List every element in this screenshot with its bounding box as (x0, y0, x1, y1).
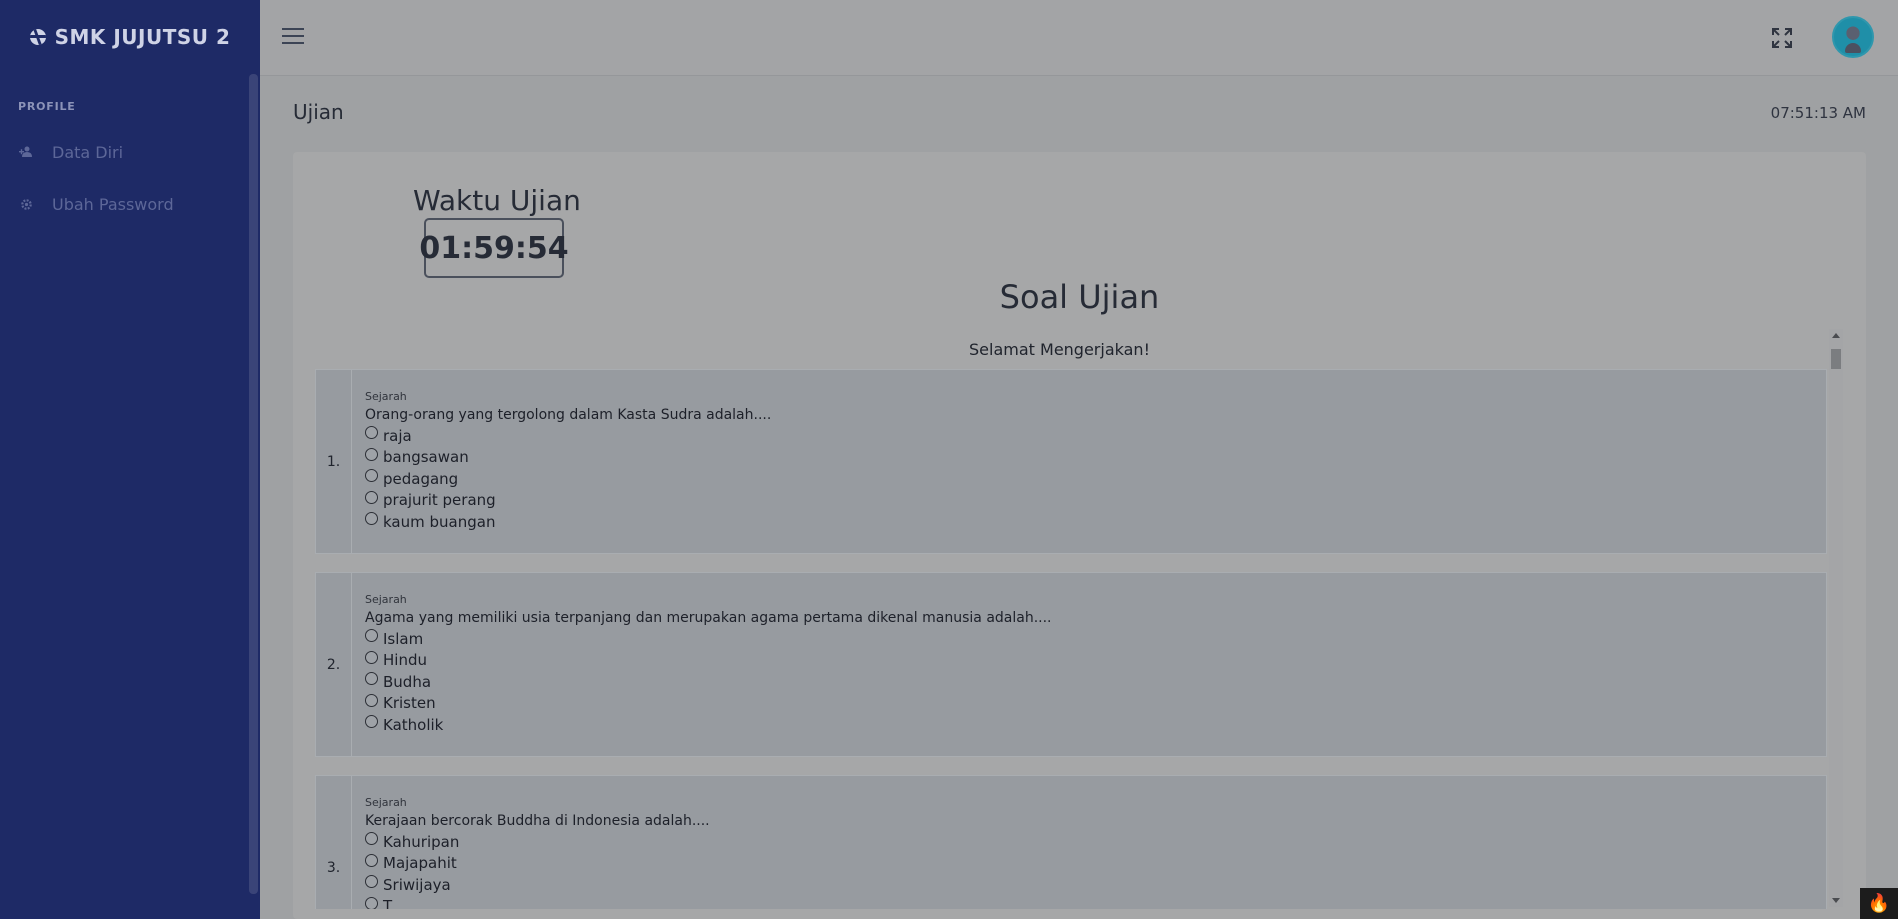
radio-button[interactable] (365, 853, 378, 867)
radio-button[interactable] (365, 629, 378, 643)
option-label: Kristen (383, 694, 436, 713)
answer-option[interactable]: Hindu (365, 650, 1052, 672)
question-scrollbar[interactable] (1829, 329, 1843, 907)
hamburger-icon[interactable] (282, 28, 304, 44)
scroll-thumb[interactable] (1831, 349, 1841, 369)
question-body: Sejarah Agama yang memiliki usia terpanj… (352, 573, 1064, 756)
question-category: Sejarah (365, 390, 407, 403)
question-category: Sejarah (365, 796, 407, 809)
scroll-down-icon[interactable] (1832, 898, 1840, 903)
option-label: Islam (383, 629, 424, 648)
radio-button[interactable] (365, 715, 378, 729)
radio-button[interactable] (365, 693, 378, 707)
radio-button[interactable] (365, 447, 378, 461)
brand[interactable]: SMK JUJUTSU 2 (0, 0, 260, 74)
question-number: 3. (316, 776, 352, 909)
radio-button[interactable] (365, 875, 378, 889)
question-body: Sejarah Orang-orang yang tergolong dalam… (352, 370, 783, 553)
answer-option[interactable]: raja (365, 425, 771, 447)
answer-option[interactable]: prajurit perang (365, 490, 771, 512)
user-plus-icon (18, 145, 34, 159)
question-text: Orang-orang yang tergolong dalam Kasta S… (365, 407, 772, 423)
option-label: Hindu (383, 651, 427, 670)
question-list: 1. Sejarah Orang-orang yang tergolong da… (315, 369, 1827, 909)
answer-option[interactable]: Islam (365, 628, 1052, 650)
radio-button[interactable] (365, 672, 378, 686)
clock: 07:51:13 AM (1770, 104, 1866, 122)
option-label: Sriwijaya (383, 875, 451, 894)
scroll-up-icon[interactable] (1832, 333, 1840, 338)
sidebar-scrollbar[interactable] (249, 74, 258, 894)
question-item: 1. Sejarah Orang-orang yang tergolong da… (315, 369, 1827, 554)
question-category: Sejarah (365, 593, 407, 606)
radio-button[interactable] (365, 896, 378, 909)
answer-option[interactable]: bangsawan (365, 447, 771, 469)
globe-icon (29, 29, 46, 45)
sidebar: SMK JUJUTSU 2 PROFILE Data Diri Ubah Pas… (0, 0, 260, 919)
option-label: Katholik (383, 715, 444, 734)
avatar[interactable] (1832, 16, 1874, 58)
question-text: Kerajaan bercorak Buddha di Indonesia ad… (365, 813, 710, 829)
answer-option[interactable]: Sriwijaya (365, 874, 710, 896)
answer-option[interactable]: Kristen (365, 693, 1052, 715)
sidebar-item-ubah-password[interactable]: Ubah Password (0, 178, 260, 230)
question-text: Agama yang memiliki usia terpanjang dan … (365, 610, 1052, 626)
exam-title: Soal Ujian (999, 278, 1160, 316)
option-label: raja (383, 426, 412, 445)
topbar (260, 0, 1898, 76)
countdown-timer: 01:59:54 (419, 218, 569, 278)
answer-option[interactable]: kaum buangan (365, 511, 771, 533)
option-label: T... (383, 897, 405, 909)
radio-button[interactable] (365, 512, 378, 526)
radio-button[interactable] (365, 490, 378, 504)
radio-button[interactable] (365, 469, 378, 483)
gear-icon (18, 197, 34, 211)
flame-icon[interactable]: 🔥 (1860, 888, 1898, 919)
answer-option[interactable]: Budha (365, 671, 1052, 693)
question-item: 2. Sejarah Agama yang memiliki usia terp… (315, 572, 1827, 757)
option-label: Budha (383, 672, 432, 691)
brand-name: SMK JUJUTSU 2 (54, 25, 231, 49)
fullscreen-icon[interactable] (1771, 27, 1793, 49)
sidebar-item-label: Data Diri (52, 142, 124, 162)
question-item: 3. Sejarah Kerajaan bercorak Buddha di I… (315, 775, 1827, 909)
question-body: Sejarah Kerajaan bercorak Buddha di Indo… (352, 776, 722, 909)
option-label: pedagang (383, 469, 459, 488)
radio-button[interactable] (365, 832, 378, 846)
timer-label: Waktu Ujian (413, 184, 581, 217)
sidebar-item-label: Ubah Password (52, 194, 174, 214)
sidebar-item-data-diri[interactable]: Data Diri (0, 126, 260, 178)
option-label: Kahuripan (383, 832, 460, 851)
option-label: kaum buangan (383, 512, 496, 531)
radio-button[interactable] (365, 650, 378, 664)
answer-option[interactable]: Katholik (365, 714, 1052, 736)
question-number: 2. (316, 573, 352, 756)
option-label: prajurit perang (383, 491, 496, 510)
option-label: bangsawan (383, 448, 469, 467)
exam-card: Waktu Ujian 01:59:54 Soal Ujian Selamat … (293, 152, 1866, 919)
page-title: Ujian (293, 100, 344, 124)
answer-option[interactable]: Majapahit (365, 853, 710, 875)
sidebar-heading: PROFILE (18, 100, 76, 113)
option-label: Majapahit (383, 854, 457, 873)
answer-option[interactable]: T... (365, 896, 710, 909)
answer-option[interactable]: Kahuripan (365, 831, 710, 853)
answer-option[interactable]: pedagang (365, 468, 771, 490)
greeting: Selamat Mengerjakan! (969, 340, 1150, 359)
question-number: 1. (316, 370, 352, 553)
radio-button[interactable] (365, 426, 378, 440)
